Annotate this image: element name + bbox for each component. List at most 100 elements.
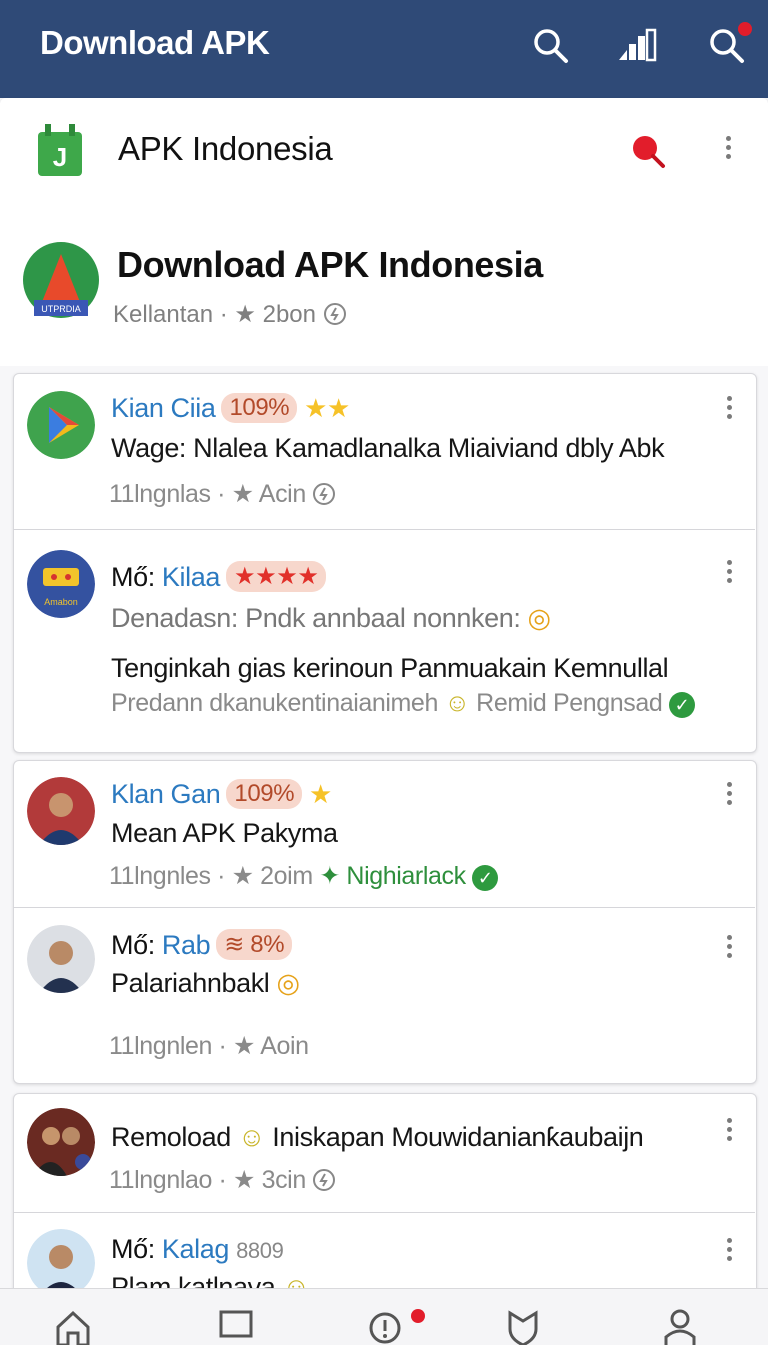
meta-extra[interactable]: Nighiarlack xyxy=(346,862,466,890)
profile-icon[interactable] xyxy=(662,1307,698,1345)
app-bar: J APK Indonesia xyxy=(0,98,768,206)
footer-extra: Remid Pengnsad xyxy=(476,689,663,717)
page-meta: Kellantan · ★ 2bon xyxy=(113,300,347,329)
post-meta: Predann dkanukentinaianimeh ☺ Remid Peng… xyxy=(111,689,695,718)
notification-dot xyxy=(738,22,752,36)
top-bar-title: Download APK xyxy=(40,24,270,61)
post-username[interactable]: Mő: Rab ≋ 8% xyxy=(111,929,293,961)
percent-badge: 109% xyxy=(221,393,298,423)
username-link[interactable]: Kalag xyxy=(162,1234,229,1264)
page-avatar-caption: UTPRDIA xyxy=(41,304,81,314)
post-prefix: Mő: xyxy=(111,1234,155,1264)
divider xyxy=(13,907,755,908)
post-username[interactable]: Kian Ciia 109% ★★ xyxy=(111,393,350,424)
app-logo-letter: J xyxy=(53,142,67,172)
post-prefix: Mő: xyxy=(111,930,155,960)
meta-count: 2oim xyxy=(260,862,313,890)
more-vert-icon[interactable] xyxy=(727,782,733,808)
more-vert-icon[interactable] xyxy=(727,560,733,586)
more-vert-icon[interactable] xyxy=(726,136,732,162)
star-icon: ★ xyxy=(233,1032,256,1060)
post-text-line: Iniskapan Mouwidanianƙaubaijn xyxy=(272,1122,644,1152)
pin-icon[interactable] xyxy=(630,134,668,170)
notification-dot xyxy=(411,1309,425,1323)
bottom-nav xyxy=(0,1288,768,1345)
post-avatar[interactable] xyxy=(27,1229,95,1297)
post-avatar[interactable] xyxy=(27,925,95,993)
post-meta: 11lngnlao · ★ 3cin xyxy=(109,1165,336,1195)
username-link[interactable]: Kilaa xyxy=(162,562,220,592)
star-icon: ★ xyxy=(231,862,254,890)
star-icon: ★ xyxy=(231,480,254,508)
post-meta: 11lngnlas · ★ Acin xyxy=(109,479,336,509)
post-meta: 11lngnles · ★ 2oim ✦ Nighiarlack ✓ xyxy=(109,861,499,891)
top-app-bar: Download APK xyxy=(0,0,768,98)
verified-icon: ✓ xyxy=(668,692,695,718)
clock-icon xyxy=(313,1169,336,1191)
dot-separator: · xyxy=(218,1166,227,1194)
more-vert-icon[interactable] xyxy=(727,1238,733,1264)
search-icon[interactable] xyxy=(530,26,570,66)
post-text-line: Denadasn: Pndk annbaal nonnken: xyxy=(111,603,521,633)
signal-icon xyxy=(619,28,657,62)
dot-separator: · xyxy=(217,480,226,508)
page-header xyxy=(0,206,768,366)
dot-separator: · xyxy=(217,862,226,890)
post-avatar-caption: Amabon xyxy=(44,597,78,607)
post-text-line: Palariahnbakl xyxy=(111,968,270,998)
meta-time: 11lngnlen xyxy=(109,1032,212,1060)
sparkle-icon: ✦ xyxy=(319,862,340,890)
emoji-icon: ☺ xyxy=(444,689,471,717)
page-title: Download APK Indonesia xyxy=(117,244,543,285)
percent-badge: ≋ 8% xyxy=(216,929,293,960)
meta-count: Aoin xyxy=(260,1032,309,1060)
post-text: Mean APK Pakyma xyxy=(111,818,338,848)
page-meta-count: 2bon xyxy=(262,301,316,328)
post-username[interactable]: Mő: Kalag 8809 xyxy=(111,1234,284,1265)
stars-icon: ★★ xyxy=(297,393,350,423)
more-vert-icon[interactable] xyxy=(727,396,733,422)
meta-time: 11lngnles xyxy=(109,862,211,890)
emoji-icon: ☺ xyxy=(237,1122,266,1152)
more-vert-icon[interactable] xyxy=(727,935,733,961)
fire-icon: ≋ xyxy=(224,931,244,958)
page-avatar: UTPRDIA xyxy=(23,242,99,318)
post-text: Palariahnbakl ◎ xyxy=(111,968,300,999)
alert-icon[interactable] xyxy=(368,1311,402,1345)
post-avatar[interactable] xyxy=(27,777,95,845)
post-prefix: Mő: xyxy=(111,562,155,592)
post-username[interactable]: Klan Gan 109% ★ xyxy=(111,779,332,810)
post-username[interactable]: Mő: Kilaa ★★★★ xyxy=(111,561,327,593)
post-avatar[interactable] xyxy=(27,391,95,459)
post-text: Wage: Nlalea Kamadlanalka Miaiviand dbly… xyxy=(111,433,665,463)
percent-badge: 109% xyxy=(226,779,303,809)
home-icon[interactable] xyxy=(54,1309,92,1345)
star-icon: ★ xyxy=(233,1166,256,1194)
more-vert-icon[interactable] xyxy=(727,1118,733,1144)
star-icon: ★ xyxy=(234,301,256,328)
post-avatar[interactable]: Amabon xyxy=(27,550,95,618)
square-icon[interactable] xyxy=(218,1309,254,1339)
post-text: Remoload ☺ Iniskapan Mouwidanianƙaubaijn xyxy=(111,1122,644,1153)
divider xyxy=(13,529,755,530)
verified-icon: ✓ xyxy=(472,865,499,891)
post-avatar[interactable] xyxy=(27,1108,95,1176)
emoji-icon: ◎ xyxy=(276,968,301,998)
meta-count: Acin xyxy=(258,480,306,508)
app-logo-icon[interactable]: J xyxy=(35,122,85,177)
page-meta-location: Kellantan xyxy=(113,301,214,328)
meta-count: 3cin xyxy=(261,1166,307,1194)
post-text-footer: Predann dkanukentinaianimeh xyxy=(111,689,438,717)
post-text: Denadasn: Pndk annbaal nonnken: ◎ xyxy=(111,603,551,634)
username-link[interactable]: Rab xyxy=(162,930,211,960)
post-meta: 11lngnlen · ★ Aoin xyxy=(109,1031,309,1061)
dot-separator: · xyxy=(219,301,228,328)
shield-icon[interactable] xyxy=(506,1309,540,1345)
stars-badge: ★★★★ xyxy=(225,561,327,592)
clock-icon xyxy=(323,303,346,325)
username-link[interactable]: Kian Ciia xyxy=(111,393,216,423)
divider xyxy=(13,1212,755,1213)
post-text-secondary: Tenginkah gias kerinoun Panmuakain Kemnu… xyxy=(111,653,669,683)
star-icon: ★ xyxy=(302,779,332,809)
username-link[interactable]: Klan Gan xyxy=(111,779,221,809)
